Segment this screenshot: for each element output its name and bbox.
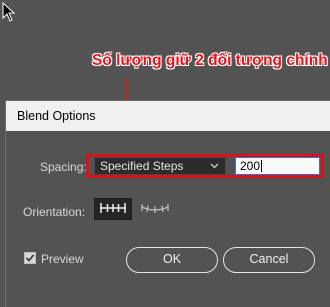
annotation-highlight-box [86,154,324,178]
preview-checkbox[interactable] [24,252,36,264]
align-to-path-icon [141,204,169,213]
preview-label: Preview [41,252,84,266]
blend-options-dialog: Blend Options Spacing: Specified Steps 2… [5,100,330,307]
align-to-page-button[interactable] [94,198,132,220]
checkmark-icon [25,254,35,262]
spacing-label: Spacing: [40,160,87,174]
cursor-icon [2,2,16,22]
align-to-path-button[interactable] [136,198,174,220]
dialog-title: Blend Options [17,109,96,123]
orientation-label: Orientation: [23,205,86,219]
ok-button[interactable]: OK [126,247,218,273]
dialog-titlebar[interactable]: Blend Options [6,101,330,131]
align-to-page-icon [100,203,126,213]
annotation-text: Số lượng giữ 2 đối tượng chính [92,52,328,69]
cancel-button[interactable]: Cancel [223,247,315,273]
